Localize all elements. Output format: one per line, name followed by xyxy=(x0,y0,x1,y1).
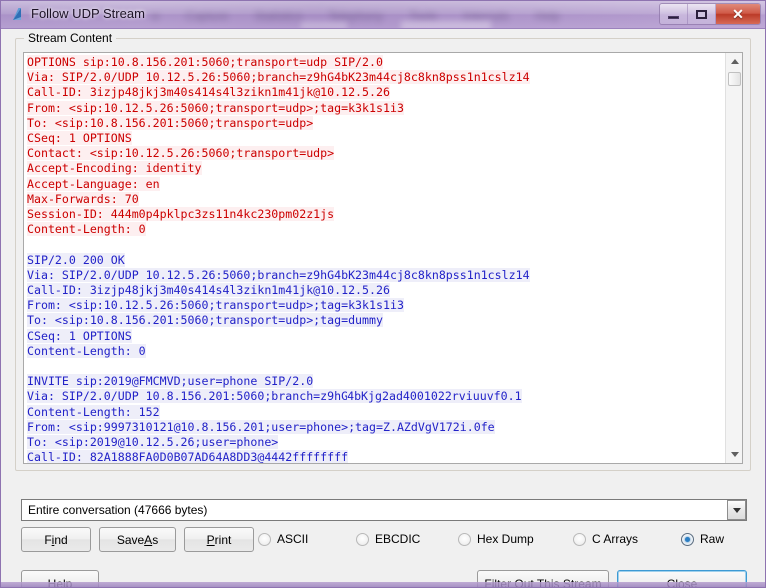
radio-hex-dump-icon xyxy=(458,532,471,546)
stream-content-group: Stream Content OPTIONS sip:10.8.156.201:… xyxy=(15,31,751,471)
scroll-down-button[interactable] xyxy=(726,446,742,463)
stream-vertical-scrollbar[interactable] xyxy=(725,53,742,463)
save-as-label-pre: Save xyxy=(116,532,145,547)
stream-line: Content-Length: 0 xyxy=(27,222,146,237)
stream-line: Content-Length: 0 xyxy=(27,343,146,358)
conversation-select-arrow[interactable] xyxy=(727,500,746,520)
stream-line: SIP/2.0 200 OK xyxy=(27,252,125,267)
stream-line: From: <sip:10.12.5.26:5060;transport=udp… xyxy=(27,298,404,313)
scroll-up-arrow-icon xyxy=(730,59,739,64)
radio-ascii[interactable]: ASCII xyxy=(258,532,308,546)
stream-line: From: <sip:9997310121@10.8.156.201;user=… xyxy=(27,419,495,434)
radio-hex-dump-label: Hex Dump xyxy=(477,532,534,546)
stream-line: OPTIONS sip:10.8.156.201:5060;transport=… xyxy=(27,55,383,69)
ghost-menu-item: Help xyxy=(535,9,560,23)
stream-actions-row: Fi nd Save As Print ASCII EBCDIC Hex Dump xyxy=(21,527,747,553)
stream-line: Accept-Language: en xyxy=(27,176,160,191)
print-label-post: rint xyxy=(214,532,232,547)
stream-line: CSeq: 1 OPTIONS xyxy=(27,328,132,343)
stream-line: Accept-Encoding: identity xyxy=(27,161,202,176)
ghost-menu-item: Telephony xyxy=(328,9,384,23)
stream-line: Max-Forwards: 70 xyxy=(27,191,139,206)
save-as-mnemonic: A xyxy=(144,532,153,547)
radio-ascii-label: ASCII xyxy=(277,532,309,546)
radio-raw-label: Raw xyxy=(700,532,725,546)
stream-text[interactable]: OPTIONS sip:10.8.156.201:5060;transport=… xyxy=(24,53,725,463)
maximize-icon xyxy=(696,9,707,19)
radio-raw[interactable]: Raw xyxy=(681,532,724,546)
save-as-button[interactable]: Save As xyxy=(99,527,176,552)
stream-line: Contact: <sip:10.12.5.26:5060;transport=… xyxy=(27,146,335,161)
glass-highlight xyxy=(401,21,491,28)
print-button[interactable]: Print xyxy=(184,527,254,552)
stream-line: Content-Length: 152 xyxy=(27,404,160,419)
ghost-menu-item: Capture xyxy=(185,9,229,23)
close-icon: ✕ xyxy=(732,6,744,22)
print-mnemonic: P xyxy=(206,532,215,547)
stream-content-label: Stream Content xyxy=(24,31,117,45)
radio-raw-icon xyxy=(681,532,694,546)
stream-line: Via: SIP/2.0/UDP 10.8.156.201:5060;branc… xyxy=(27,389,522,404)
follow-udp-stream-window: w Capture Statistics Telephony Tools Int… xyxy=(0,0,766,588)
stream-line: To: <sip:10.8.156.201:5060;transport=udp… xyxy=(27,115,314,130)
stream-line: From: <sip:10.12.5.26:5060;transport=udp… xyxy=(27,100,404,115)
stream-line xyxy=(27,237,725,252)
find-label-pre: F xyxy=(44,532,52,547)
stream-line: To: <sip:2019@10.12.5.26;user=phone> xyxy=(27,435,279,450)
save-as-label-post: s xyxy=(152,532,159,547)
stream-line: Call-ID: 3izjp48jkj3m40s414s4l3zikn1m41j… xyxy=(27,85,390,100)
scroll-down-arrow-icon xyxy=(730,452,739,457)
conversation-select[interactable]: Entire conversation (47666 bytes) xyxy=(21,499,747,521)
maximize-button[interactable] xyxy=(688,4,716,24)
minimize-icon xyxy=(668,15,679,19)
stream-line: Call-ID: 3izjp48jkj3m40s414s4l3zikn1m41j… xyxy=(27,283,390,298)
stream-line: Session-ID: 444m0p4pklpc3zs11n4kc230pm02… xyxy=(27,207,335,222)
stream-line: To: <sip:10.8.156.201:5060;transport=udp… xyxy=(27,313,383,328)
window-bottom-edge xyxy=(1,582,765,587)
stream-line xyxy=(27,359,725,374)
chevron-down-icon xyxy=(732,507,741,513)
window-close-button[interactable]: ✕ xyxy=(716,4,760,24)
conversation-select-value: Entire conversation (47666 bytes) xyxy=(28,503,208,517)
stream-content-view[interactable]: OPTIONS sip:10.8.156.201:5060;transport=… xyxy=(23,52,743,464)
radio-c-arrays-icon xyxy=(573,532,586,546)
wireshark-shark-fin-icon xyxy=(13,8,21,20)
ghost-menu-item: Statistics xyxy=(254,9,303,23)
minimize-button[interactable] xyxy=(660,4,688,24)
window-title: Follow UDP Stream xyxy=(31,6,145,21)
scrollbar-thumb[interactable] xyxy=(728,72,741,86)
stream-line: INVITE sip:2019@FMCMVD;user=phone SIP/2.… xyxy=(27,374,314,389)
radio-ebcdic-label: EBCDIC xyxy=(375,532,421,546)
find-label-post: nd xyxy=(54,532,68,547)
radio-c-arrays[interactable]: C Arrays xyxy=(573,532,638,546)
stream-line: Via: SIP/2.0/UDP 10.12.5.26:5060;branch=… xyxy=(27,70,530,85)
scroll-up-button[interactable] xyxy=(726,53,742,70)
background-menubar-ghost: w Capture Statistics Telephony Tools Int… xyxy=(151,5,560,27)
stream-line: Via: SIP/2.0/UDP 10.12.5.26:5060;branch=… xyxy=(27,267,530,282)
find-button[interactable]: Fi nd xyxy=(21,527,91,552)
radio-ascii-icon xyxy=(258,532,271,546)
radio-c-arrays-label: C Arrays xyxy=(592,532,639,546)
window-controls: ✕ xyxy=(659,3,761,25)
stream-line: Call-ID: 82A1888FA0D0B07AD64A8DD3@4442ff… xyxy=(27,450,349,463)
radio-hex-dump[interactable]: Hex Dump xyxy=(458,532,534,546)
stream-line: CSeq: 1 OPTIONS xyxy=(27,131,132,146)
title-bar[interactable]: w Capture Statistics Telephony Tools Int… xyxy=(1,1,765,29)
dialog-body: Stream Content OPTIONS sip:10.8.156.201:… xyxy=(1,29,765,587)
radio-ebcdic-icon xyxy=(356,532,369,546)
ghost-menu-item: w xyxy=(151,9,160,23)
glass-highlight-secondary xyxy=(301,22,347,28)
radio-ebcdic[interactable]: EBCDIC xyxy=(356,532,420,546)
